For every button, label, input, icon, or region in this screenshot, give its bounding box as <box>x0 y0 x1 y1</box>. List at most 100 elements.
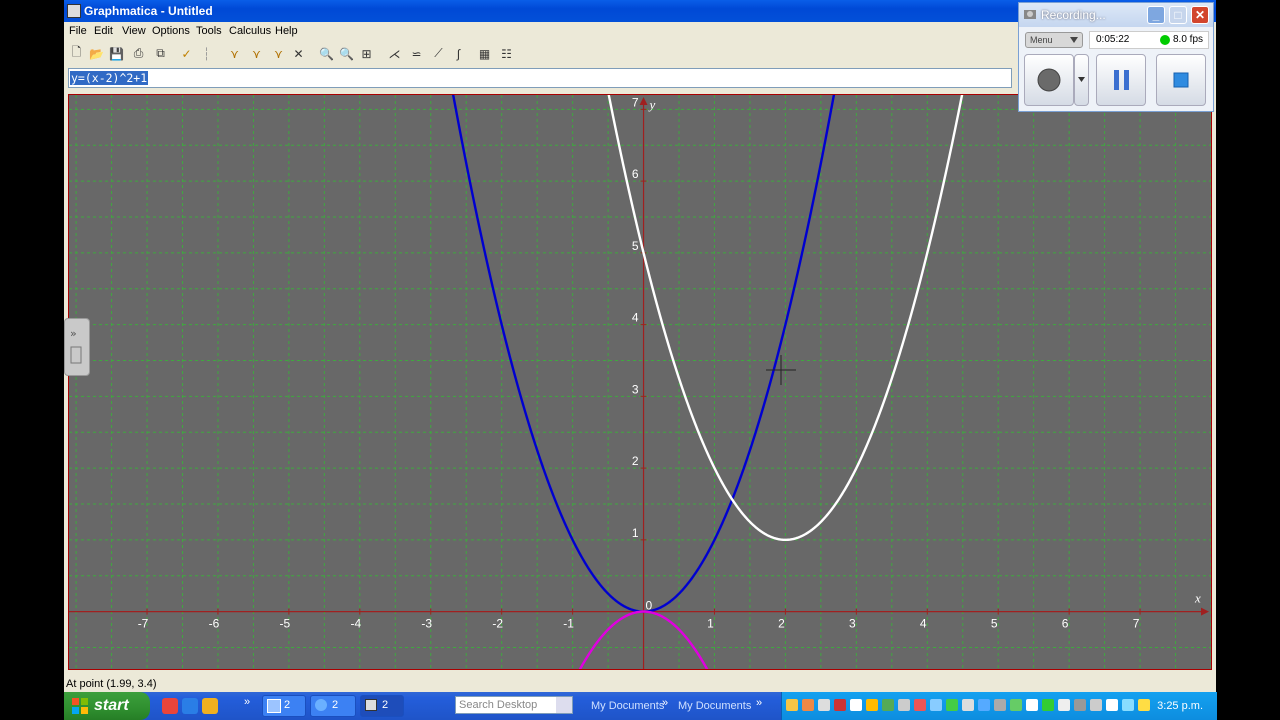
recorder-menu-label: Menu <box>1030 35 1053 45</box>
equation-input[interactable]: y=(x-2)^2+1 <box>68 68 1012 88</box>
zoom-in-icon[interactable]: 🔍 <box>318 45 335 62</box>
svg-text:»: » <box>70 327 77 340</box>
tray-app-icon[interactable] <box>850 699 862 711</box>
tangent-line-icon[interactable]: ⟋ <box>430 45 447 62</box>
toolbar-my-documents-1[interactable]: My Documents <box>591 700 664 712</box>
print-icon[interactable]: ⎙ <box>130 45 147 62</box>
recorder-menu-dropdown[interactable]: Menu <box>1025 32 1083 48</box>
search-icon[interactable] <box>556 697 572 713</box>
tray-app-icon[interactable] <box>1026 699 1038 711</box>
toolbar-my-documents-2[interactable]: My Documents <box>678 700 751 712</box>
tray-app-icon[interactable] <box>962 699 974 711</box>
start-button[interactable]: start <box>64 692 150 720</box>
zoom-box-icon[interactable]: ⊞ <box>358 45 375 62</box>
tray-app-icon[interactable] <box>1106 699 1118 711</box>
derivative-icon[interactable]: ⋎ <box>248 45 265 62</box>
x-tick-label: -4 <box>350 617 361 631</box>
menu-calculus[interactable]: Calculus <box>229 25 271 37</box>
tray-app-icon[interactable] <box>1138 699 1150 711</box>
delete-icon[interactable]: ✕ <box>290 45 307 62</box>
tray-app-icon[interactable] <box>978 699 990 711</box>
taskbar-group-graphmatica[interactable]: 2 <box>360 695 404 717</box>
outlook-icon[interactable] <box>202 698 218 714</box>
tray-app-icon[interactable] <box>1090 699 1102 711</box>
open-icon[interactable]: 📂 <box>88 45 105 62</box>
tray-app-icon[interactable] <box>898 699 910 711</box>
record-options-dropdown[interactable] <box>1074 54 1089 106</box>
side-tab-icon: » <box>70 327 82 364</box>
crosshair-cursor-icon <box>766 355 796 385</box>
graph-plot[interactable]: -7 -6 -5 -4 -3 -2 -1 1 2 3 4 5 6 712345670 xy <box>69 95 1211 669</box>
tangent-icon[interactable]: ⋎ <box>226 45 243 62</box>
quicklaunch-chevron-icon[interactable]: » <box>244 696 250 708</box>
y-axis-arrow <box>639 97 648 105</box>
integrate-icon[interactable]: ∫ <box>450 45 467 62</box>
trace-icon[interactable]: ⋌ <box>386 45 403 62</box>
x-axis-arrow <box>1201 607 1209 616</box>
menu-edit[interactable]: Edit <box>94 25 113 37</box>
recording-window: Recording... _ □ ✕ Menu 0:05:22 8.0 fps <box>1018 2 1214 112</box>
record-icon <box>1037 68 1061 92</box>
y-tick-label: 4 <box>632 311 639 325</box>
tray-app-icon[interactable] <box>786 699 798 711</box>
tray-app-icon[interactable] <box>866 699 878 711</box>
tray-app-icon[interactable] <box>994 699 1006 711</box>
app-icon[interactable] <box>67 4 81 18</box>
chevron-right-icon[interactable]: » <box>662 697 668 709</box>
maximize-button[interactable]: □ <box>1169 6 1187 24</box>
x-tick-label: 3 <box>849 617 856 631</box>
window-title: Graphmatica - Untitled <box>84 4 213 18</box>
taskbar: start » 2 2 2 Search Desktop My Document… <box>64 692 1217 720</box>
recording-title: Recording... <box>1041 8 1106 22</box>
save-icon[interactable]: 💾 <box>108 45 125 62</box>
slope-icon[interactable]: ⋍ <box>408 45 425 62</box>
copy-icon[interactable]: ⧉ <box>152 45 169 62</box>
x-axis-label: x <box>1194 591 1201 606</box>
windows-logo-icon <box>72 698 88 714</box>
x-tick-label: 6 <box>1062 617 1069 631</box>
table-icon[interactable]: ☷ <box>498 45 515 62</box>
zoom-out-icon[interactable]: 🔍 <box>338 45 355 62</box>
stop-button[interactable] <box>1156 54 1206 106</box>
tray-app-icon[interactable] <box>834 699 846 711</box>
recorder-logo-icon <box>1024 10 1036 19</box>
recorder-side-tab[interactable]: » <box>64 318 90 376</box>
chrome-icon[interactable] <box>162 698 178 714</box>
taskbar-group-notepad[interactable]: 2 <box>262 695 306 717</box>
minimize-button[interactable]: _ <box>1147 6 1165 24</box>
y-tick-label: 7 <box>632 95 639 109</box>
integral-icon[interactable]: ⋎ <box>270 45 287 62</box>
tray-app-icon[interactable] <box>946 699 958 711</box>
y-tick-label: 2 <box>632 454 639 468</box>
recording-title-bar[interactable]: Recording... _ □ ✕ <box>1019 3 1213 27</box>
menu-tools[interactable]: Tools <box>196 25 222 37</box>
tray-app-icon[interactable] <box>1010 699 1022 711</box>
tray-app-icon[interactable] <box>1122 699 1134 711</box>
tray-app-icon[interactable] <box>1058 699 1070 711</box>
x-tick-label: -2 <box>492 617 503 631</box>
check-icon[interactable]: ✓ <box>178 45 195 62</box>
grid-icon[interactable]: ▦ <box>476 45 493 62</box>
tray-app-icon[interactable] <box>802 699 814 711</box>
menu-options[interactable]: Options <box>152 25 190 37</box>
tray-app-icon[interactable] <box>1042 699 1054 711</box>
y-tick-label: 1 <box>632 526 639 540</box>
menu-file[interactable]: File <box>69 25 87 37</box>
search-placeholder: Search Desktop <box>459 699 538 711</box>
tray-app-icon[interactable] <box>882 699 894 711</box>
taskbar-group-ie[interactable]: 2 <box>310 695 356 717</box>
record-button[interactable] <box>1024 54 1074 106</box>
new-icon[interactable]: 🗋 <box>68 45 85 62</box>
tray-app-icon[interactable] <box>930 699 942 711</box>
pause-button[interactable] <box>1096 54 1146 106</box>
tray-app-icon[interactable] <box>914 699 926 711</box>
graph-area[interactable]: -7 -6 -5 -4 -3 -2 -1 1 2 3 4 5 6 7 1 2 3 4 5 6 7 0 x y <box>68 94 1212 670</box>
chevron-right-icon[interactable]: » <box>756 697 762 709</box>
menu-view[interactable]: View <box>122 25 146 37</box>
tray-app-icon[interactable] <box>1074 699 1086 711</box>
x-tick-label: 2 <box>778 617 785 631</box>
tray-app-icon[interactable] <box>818 699 830 711</box>
close-button[interactable]: ✕ <box>1191 6 1209 24</box>
menu-help[interactable]: Help <box>275 25 298 37</box>
ie-icon[interactable] <box>182 698 198 714</box>
